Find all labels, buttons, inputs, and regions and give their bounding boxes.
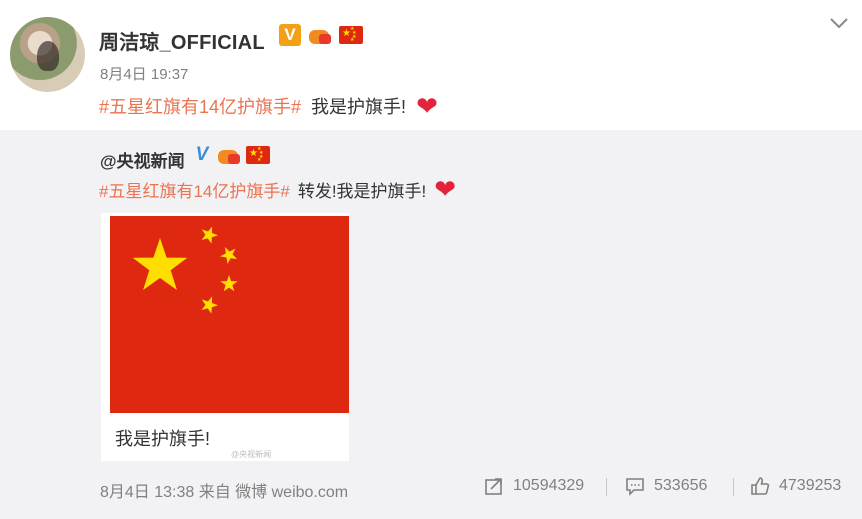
repost-hashtag[interactable]: #五星红旗有14亿护旗手#: [99, 177, 290, 202]
repost-author[interactable]: @央视新闻: [100, 147, 185, 172]
image-watermark: @央视新闻: [231, 450, 272, 459]
comment-icon: [626, 478, 644, 496]
stat-divider: [606, 478, 607, 496]
verified-blue-v-icon[interactable]: V: [192, 144, 212, 165]
chevron-down-icon[interactable]: [828, 14, 850, 34]
like-icon: [751, 477, 770, 495]
post-hashtag[interactable]: #五星红旗有14亿护旗手#: [99, 93, 301, 119]
post-header: 周洁琼_OFFICIAL V ★ ★ ★ ★ ★ 8月4日 19:37 #五星红…: [0, 0, 862, 130]
image-caption: 我是护旗手!: [115, 429, 211, 449]
repost-body: 转发!我是护旗手!: [297, 181, 427, 201]
author-avatar[interactable]: [10, 17, 85, 92]
post-text: #五星红旗有14亿护旗手# 我是护旗手! ❤: [99, 93, 438, 119]
heart-icon: ❤: [416, 91, 438, 121]
forward-icon: [485, 478, 502, 495]
crown-icon[interactable]: [307, 24, 333, 46]
post-time[interactable]: 8月4日 19:37: [100, 63, 188, 84]
stat-divider: [733, 478, 734, 496]
repost-meta[interactable]: 8月4日 13:38 来自 微博 weibo.com: [100, 478, 348, 502]
forward-button[interactable]: 10594329: [484, 476, 584, 496]
heart-icon: ❤: [434, 174, 457, 204]
china-flag-icon[interactable]: ★ ★ ★ ★ ★: [246, 146, 270, 164]
like-button[interactable]: 4739253: [750, 476, 841, 496]
china-flag-icon[interactable]: ★ ★ ★ ★ ★: [339, 26, 363, 44]
comment-count: 533656: [654, 477, 708, 494]
repost-card: @央视新闻 V ★ ★ ★ ★ ★ #五星红旗有14亿护旗手# 转发!我是护旗手…: [0, 130, 862, 519]
like-count: 4739253: [779, 477, 842, 494]
crown-icon[interactable]: [216, 144, 242, 166]
author-badges: V ★ ★ ★ ★ ★: [279, 24, 363, 46]
verified-v-icon[interactable]: V: [279, 24, 301, 46]
forward-count: 10594329: [513, 477, 585, 494]
repost-image[interactable]: 我是护旗手! @央视新闻: [101, 213, 349, 461]
comment-button[interactable]: 533656: [625, 476, 707, 496]
post-body: 我是护旗手!: [311, 97, 407, 117]
repost-author-badges: V ★ ★ ★ ★ ★: [192, 144, 270, 166]
china-flag-image: [110, 216, 349, 413]
repost-text: #五星红旗有14亿护旗手# 转发!我是护旗手! ❤: [99, 176, 456, 202]
author-name[interactable]: 周洁琼_OFFICIAL: [99, 26, 265, 55]
